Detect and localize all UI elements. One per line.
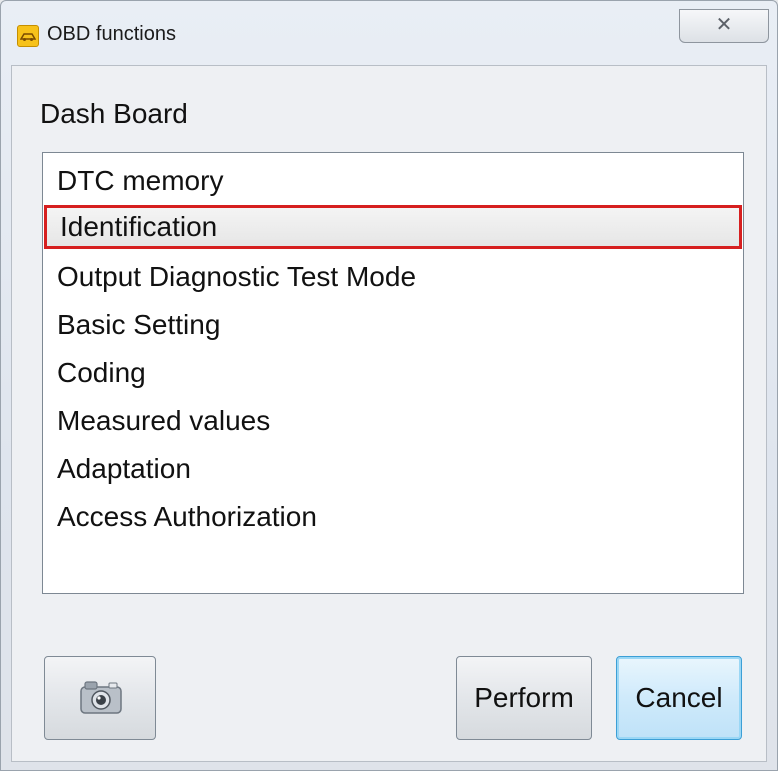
cancel-button[interactable]: Cancel: [616, 656, 742, 740]
close-icon: ✕: [715, 14, 733, 36]
functions-list[interactable]: DTC memory Identification Output Diagnos…: [42, 152, 744, 594]
dialog-body: Dash Board DTC memory Identification Out…: [11, 65, 767, 762]
section-title: Dash Board: [40, 98, 188, 129]
window-title: OBD functions: [47, 23, 176, 45]
list-item-coding[interactable]: Coding: [57, 351, 146, 395]
perform-button[interactable]: Perform: [456, 656, 592, 740]
list-item-dtc-memory[interactable]: DTC memory: [57, 159, 223, 203]
list-item-measured-values[interactable]: Measured values: [57, 399, 270, 443]
close-button[interactable]: ✕: [679, 9, 769, 43]
list-item-basic-setting[interactable]: Basic Setting: [57, 303, 220, 347]
app-icon: [17, 25, 39, 47]
screenshot-button[interactable]: [44, 656, 156, 740]
list-item-identification[interactable]: Identification: [44, 205, 742, 249]
obd-functions-window: OBD functions ✕ Dash Board DTC memory Id…: [0, 0, 778, 771]
list-item-output-diagnostic-test-mode[interactable]: Output Diagnostic Test Mode: [57, 255, 416, 299]
list-item-access-authorization[interactable]: Access Authorization: [57, 495, 317, 539]
camera-icon: [80, 681, 122, 714]
title-bar[interactable]: OBD functions ✕: [7, 9, 771, 59]
list-item-adaptation[interactable]: Adaptation: [57, 447, 191, 491]
